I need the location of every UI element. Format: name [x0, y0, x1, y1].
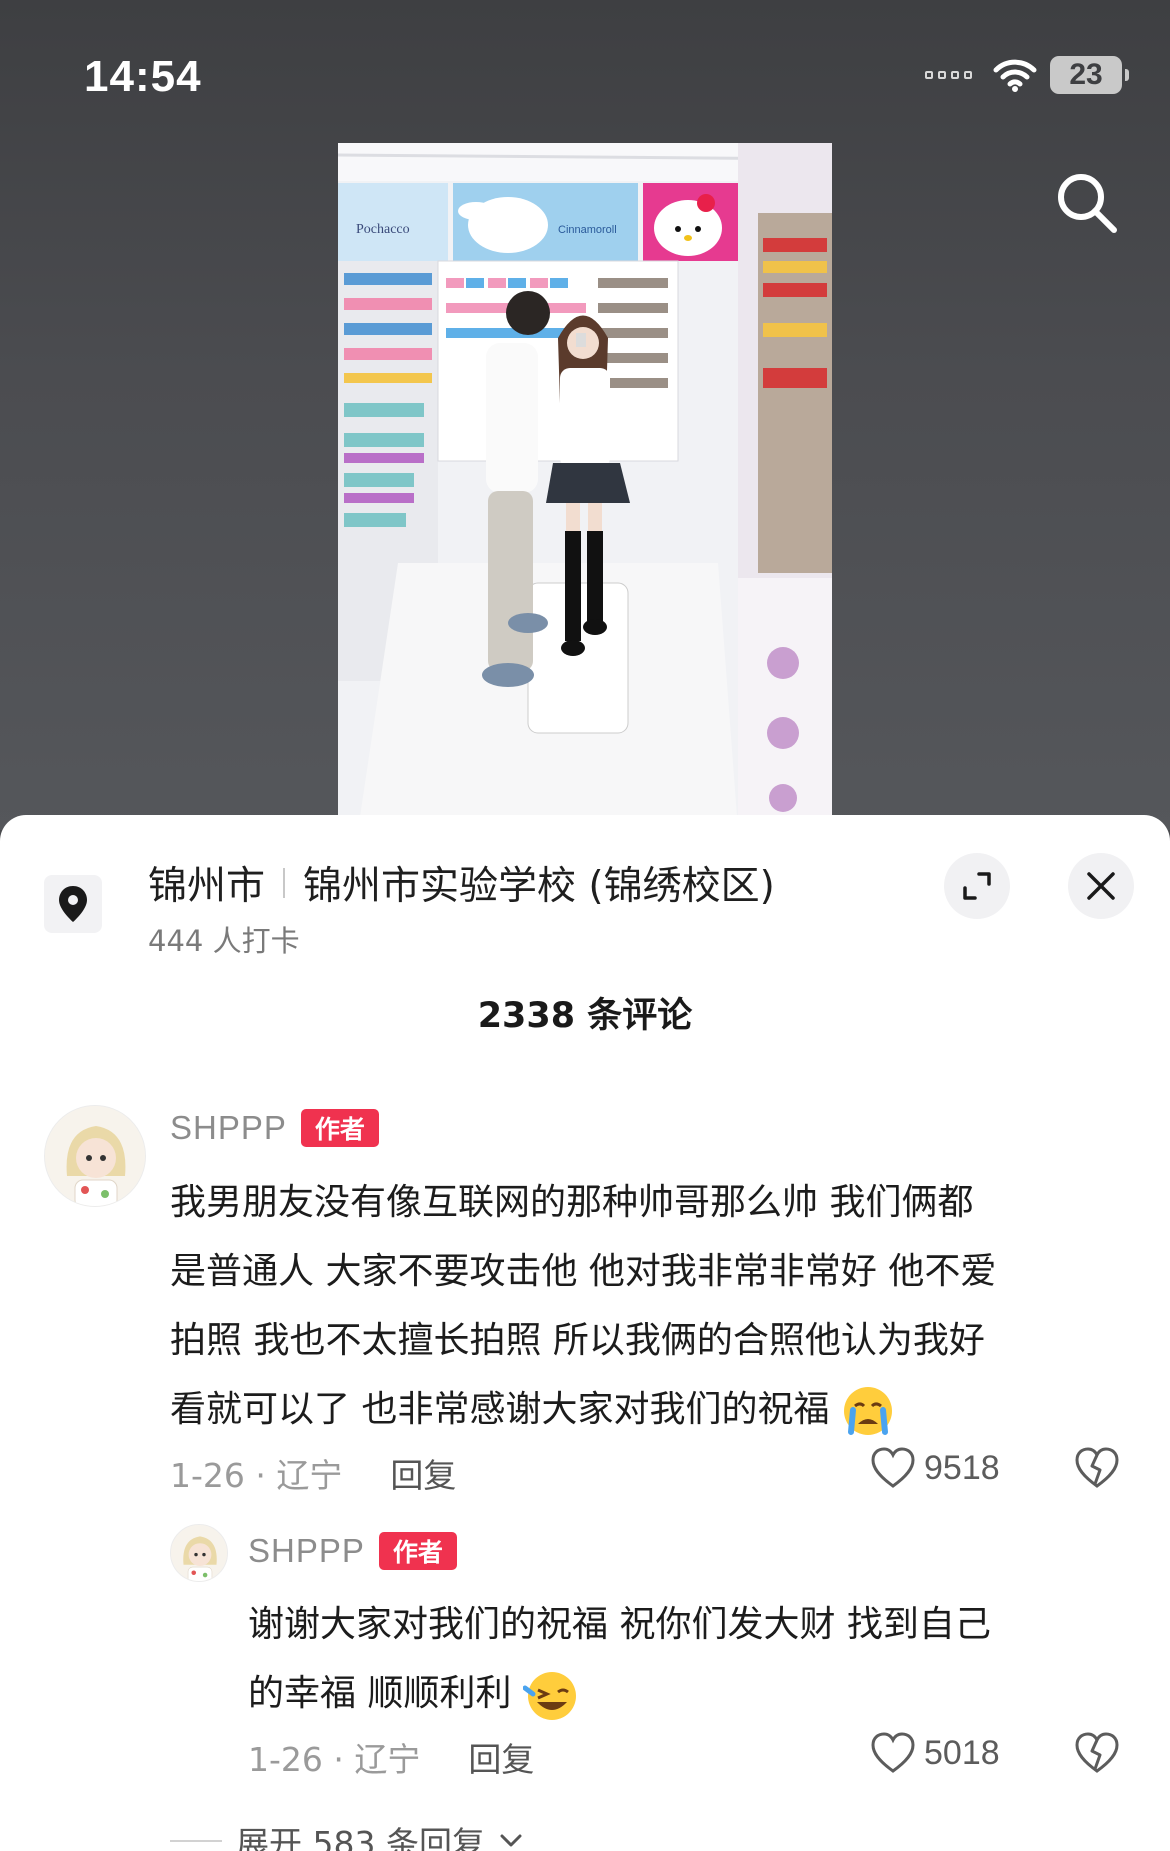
status-icons: 23	[925, 56, 1129, 94]
close-icon	[1087, 872, 1115, 900]
expand-replies-button[interactable]: 展开 583 条回复	[170, 1817, 523, 1851]
laughing-wink-emoji	[522, 1672, 576, 1720]
heart-icon	[871, 1447, 915, 1488]
chevron-down-icon	[500, 1834, 522, 1847]
reply-username[interactable]: SHPPP	[248, 1532, 365, 1570]
comment-text-line: 是普通人 大家不要攻击他 他对我非常非常好 他不爱	[170, 1251, 997, 1292]
battery-level: 23	[1069, 58, 1103, 91]
avatar[interactable]	[170, 1524, 228, 1582]
expand-button[interactable]	[944, 853, 1010, 919]
location-divider	[283, 868, 286, 898]
comment-count-title: 2338 条评论	[477, 996, 693, 1036]
checkin-count: 444 人打卡	[148, 924, 300, 958]
status-time: 14:54	[84, 52, 202, 101]
reply-meta: 1-26 · 辽宁 回复	[248, 1733, 534, 1781]
like-count: 9518	[924, 1448, 1000, 1487]
like-count: 5018	[924, 1733, 1000, 1772]
location-place: 锦州市实验学校 (锦绣校区)	[303, 864, 775, 909]
location-city: 锦州市	[148, 864, 266, 909]
comment-text-line: 我男朋友没有像互联网的那种帅哥那么帅 我们俩都	[170, 1182, 974, 1223]
reply-text-line: 谢谢大家对我们的祝福 祝你们发大财 找到自己	[248, 1604, 991, 1645]
cellular-signal-icon	[925, 71, 972, 79]
wifi-icon	[993, 59, 1037, 92]
avatar-image	[171, 1525, 227, 1581]
author-badge: 作者	[300, 1109, 379, 1147]
reply-text: 谢谢大家对我们的祝福 祝你们发大财 找到自己 的幸福 顺顺利利	[248, 1590, 991, 1728]
video-backdrop: 14:54 23 Pochacco Cinnamoroll	[0, 0, 1170, 830]
like-button[interactable]: 5018	[870, 1731, 1000, 1775]
reply-header: SHPPP 作者	[248, 1532, 457, 1570]
store-sign-left: Pochacco	[356, 222, 410, 237]
search-button[interactable]	[1054, 170, 1120, 236]
comment-text: 我男朋友没有像互联网的那种帅哥那么帅 我们俩都 是普通人 大家不要攻击他 他对我…	[170, 1168, 996, 1444]
close-button[interactable]	[1068, 853, 1134, 919]
location-title: 锦州市 锦州市实验学校 (锦绣校区)	[148, 855, 775, 911]
crying-face-emoji	[843, 1387, 892, 1435]
like-button[interactable]: 9518	[870, 1446, 1000, 1490]
reply-text-line: 的幸福 顺顺利利	[248, 1659, 991, 1728]
avatar-image	[45, 1106, 145, 1206]
store-photo: Pochacco Cinnamoroll	[338, 143, 832, 830]
avatar[interactable]	[44, 1105, 146, 1207]
dislike-button[interactable]	[1074, 1731, 1120, 1775]
store-sign-middle: Cinnamoroll	[558, 224, 617, 236]
expand-divider	[170, 1840, 222, 1842]
location-row[interactable]: 锦州市 锦州市实验学校 (锦绣校区) 444 人打卡	[0, 815, 1170, 965]
video-frame-image[interactable]: Pochacco Cinnamoroll	[338, 143, 832, 830]
battery-icon: 23	[1050, 56, 1129, 94]
location-pin-icon	[44, 875, 102, 933]
reply-button[interactable]: 回复	[390, 1449, 456, 1497]
author-badge: 作者	[378, 1532, 457, 1570]
comment-text-line: 看就可以了 也非常感谢大家对我们的祝福	[170, 1375, 996, 1444]
reply-date-region: 1-26 · 辽宁	[248, 1740, 421, 1779]
comment-header: SHPPP 作者	[170, 1109, 379, 1147]
dislike-button[interactable]	[1074, 1446, 1120, 1490]
comment-username[interactable]: SHPPP	[170, 1109, 287, 1147]
comment-date-region: 1-26 · 辽宁	[170, 1456, 343, 1495]
comment-text-line: 拍照 我也不太擅长拍照 所以我俩的合照他认为我好	[170, 1320, 985, 1361]
expand-icon	[963, 872, 991, 900]
expand-replies-label: 展开 583 条回复	[236, 1824, 485, 1851]
reply-button[interactable]: 回复	[468, 1733, 534, 1781]
heart-icon	[871, 1732, 915, 1773]
comment-meta: 1-26 · 辽宁 回复	[170, 1449, 456, 1497]
